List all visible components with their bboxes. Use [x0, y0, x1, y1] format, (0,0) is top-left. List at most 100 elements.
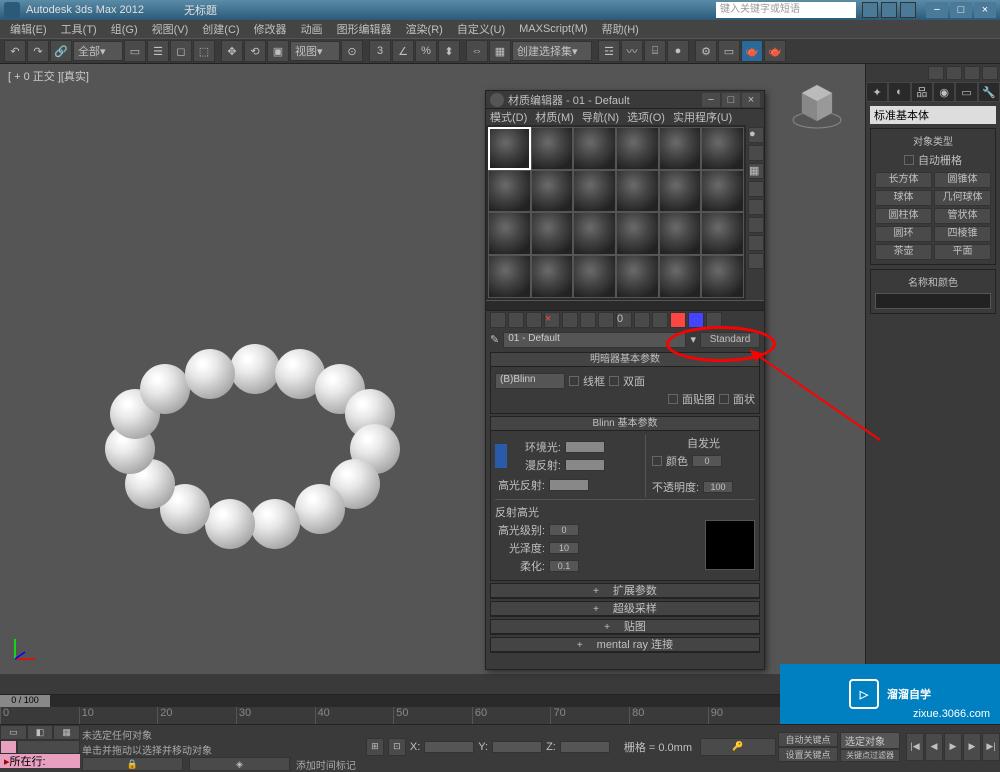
rotate-button[interactable]: ⟲	[244, 40, 266, 62]
menu-edit[interactable]: 编辑(E)	[4, 21, 53, 37]
selection-filter[interactable]: 全部 ▾	[73, 41, 123, 61]
ref-coord-dropdown[interactable]: 视图 ▾	[290, 41, 340, 61]
put-to-scene-button[interactable]	[508, 312, 524, 328]
mat-menu-navigation[interactable]: 导航(N)	[582, 109, 619, 125]
script-input[interactable]	[17, 740, 80, 755]
menu-graph[interactable]: 图形编辑器	[331, 21, 398, 37]
help-icon[interactable]	[862, 2, 878, 18]
menu-customize[interactable]: 自定义(U)	[451, 21, 511, 37]
material-slot[interactable]	[701, 212, 744, 255]
material-slot[interactable]	[573, 212, 616, 255]
utilities-tab[interactable]: 🔧	[978, 82, 1000, 102]
shader-dropdown[interactable]: (B)Blinn	[495, 373, 565, 389]
menu-group[interactable]: 组(G)	[105, 21, 144, 37]
snap-button[interactable]: 3	[369, 40, 391, 62]
sample-type-icon[interactable]: ●	[748, 127, 764, 143]
material-slot[interactable]	[616, 255, 659, 298]
material-editor-button[interactable]: ●	[667, 40, 689, 62]
mat-menu-options[interactable]: 选项(O)	[627, 109, 665, 125]
mat-maximize-button[interactable]: □	[722, 93, 740, 107]
curve-editor-button[interactable]: 〰	[621, 40, 643, 62]
next-frame-button[interactable]: ▶	[963, 733, 981, 761]
mat-minimize-button[interactable]: −	[702, 93, 720, 107]
status-btn-2[interactable]: ◧	[27, 725, 54, 740]
menu-animation[interactable]: 动画	[295, 21, 329, 37]
face-map-checkbox[interactable]	[668, 394, 678, 404]
z-coord-input[interactable]	[560, 741, 610, 753]
show-map-button[interactable]	[634, 312, 650, 328]
faceted-checkbox[interactable]	[719, 394, 729, 404]
glossiness-spinner[interactable]: 10	[549, 542, 579, 554]
key-icon[interactable]: 🔑	[700, 738, 776, 756]
put-to-library-button[interactable]	[598, 312, 614, 328]
plane-button[interactable]: 平面	[934, 244, 991, 260]
material-slot-1[interactable]	[488, 127, 531, 170]
material-slot[interactable]	[531, 212, 574, 255]
show-end-result-button[interactable]	[652, 312, 668, 328]
percent-snap-button[interactable]: %	[415, 40, 437, 62]
help-search-input[interactable]: 键入关键字或短语	[716, 2, 856, 18]
auto-grid-checkbox[interactable]	[904, 155, 914, 165]
material-slot[interactable]	[701, 255, 744, 298]
box-button[interactable]: 长方体	[875, 172, 932, 188]
material-slot[interactable]	[701, 127, 744, 170]
backlight-icon[interactable]	[748, 145, 764, 161]
material-slot[interactable]	[573, 127, 616, 170]
shader-params-title[interactable]: 明暗器基本参数	[491, 353, 759, 367]
primitive-category[interactable]: 标准基本体	[870, 106, 996, 124]
ambient-swatch[interactable]	[565, 441, 605, 453]
lock-icon[interactable]: 🔒	[82, 757, 183, 771]
status-btn-1[interactable]: ▭	[0, 725, 27, 740]
create-tab[interactable]: ✦	[866, 82, 888, 102]
material-slot[interactable]	[659, 170, 702, 213]
sphere-button[interactable]: 球体	[875, 190, 932, 206]
time-slider-handle[interactable]: 0 / 100	[0, 695, 50, 707]
ambient-lock-icon[interactable]	[495, 444, 507, 468]
menu-maxscript[interactable]: MAXScript(M)	[513, 23, 593, 35]
key-target-dropdown[interactable]: 选定对象	[840, 732, 900, 749]
make-copy-button[interactable]	[562, 312, 578, 328]
material-slot[interactable]	[659, 212, 702, 255]
panel-icon-4[interactable]	[982, 66, 998, 80]
menu-create[interactable]: 创建(C)	[196, 21, 245, 37]
teapot-button[interactable]: 茶壶	[875, 244, 932, 260]
close-button[interactable]: ×	[974, 2, 996, 18]
material-name-input[interactable]: 01 - Default	[503, 332, 686, 348]
panel-icon-3[interactable]	[964, 66, 980, 80]
star-icon[interactable]	[881, 2, 897, 18]
video-check-icon[interactable]	[748, 199, 764, 215]
spinner-snap-button[interactable]: ⬍	[438, 40, 460, 62]
mat-menu-modes[interactable]: 模式(D)	[490, 109, 527, 125]
rect-select-button[interactable]: ◻	[170, 40, 192, 62]
make-unique-button[interactable]	[580, 312, 596, 328]
select-button[interactable]: ▭	[124, 40, 146, 62]
mat-close-button[interactable]: ×	[742, 93, 760, 107]
display-tab[interactable]: ▭	[955, 82, 977, 102]
material-slot[interactable]	[488, 212, 531, 255]
pick-material-button[interactable]	[706, 312, 722, 328]
two-sided-checkbox[interactable]	[609, 376, 619, 386]
scale-button[interactable]: ▣	[267, 40, 289, 62]
redo-button[interactable]: ↷	[27, 40, 49, 62]
xform-icon[interactable]: ⊡	[388, 738, 406, 756]
go-parent-button[interactable]	[670, 312, 686, 328]
menu-views[interactable]: 视图(V)	[146, 21, 195, 37]
cone-button[interactable]: 圆锥体	[934, 172, 991, 188]
specular-swatch[interactable]	[549, 479, 589, 491]
material-slot[interactable]	[616, 127, 659, 170]
mat-menu-material[interactable]: 材质(M)	[535, 109, 574, 125]
y-coord-input[interactable]	[492, 741, 542, 753]
self-illum-spinner[interactable]: 0	[692, 455, 722, 467]
reset-map-button[interactable]: ×	[544, 312, 560, 328]
self-illum-checkbox[interactable]	[652, 456, 662, 466]
viewcube[interactable]	[790, 75, 845, 130]
soften-spinner[interactable]: 0.1	[549, 560, 579, 572]
select-by-mat-icon[interactable]	[748, 253, 764, 269]
set-key-button[interactable]: 设置关键点	[778, 747, 838, 762]
material-slot[interactable]	[616, 170, 659, 213]
teapot-button[interactable]: 🫖	[764, 40, 786, 62]
mentalray-rollout[interactable]: + mental ray 连接	[490, 637, 760, 653]
goto-end-button[interactable]: ▶|	[982, 733, 1000, 761]
menu-help[interactable]: 帮助(H)	[596, 21, 645, 37]
named-sel-dropdown[interactable]: 创建选择集 ▾	[512, 41, 592, 61]
